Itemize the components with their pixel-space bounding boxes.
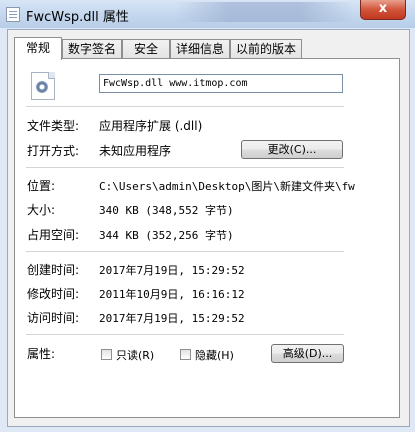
accessed-value: 2017年7月19日, 15:29:52 [99, 312, 245, 325]
readonly-label: 只读(R) [116, 349, 155, 362]
size-value: 340 KB (348,552 字节) [99, 204, 234, 217]
readonly-checkbox[interactable] [101, 349, 112, 360]
file-type-value: 应用程序扩展 (.dll) [99, 119, 203, 133]
title-blur-region [175, 2, 355, 22]
location-value: C:\Users\admin\Desktop\图片\新建文件夹\fw [99, 180, 355, 193]
created-value: 2017年7月19日, 15:29:52 [99, 264, 245, 277]
created-label: 创建时间: [27, 263, 80, 277]
size-on-disk-value: 344 KB (352,256 字节) [99, 229, 234, 242]
change-button[interactable]: 更改(C)... [241, 140, 343, 159]
window-title: FwcWsp.dll 属性 [26, 10, 129, 25]
location-label: 位置: [27, 179, 56, 193]
title-bar[interactable]: FwcWsp.dll 属性 x [0, 0, 415, 28]
tab-strip: 常规 数字签名 安全 详细信息 以前的版本 [14, 37, 404, 60]
modified-value: 2011年10月9日, 16:16:12 [99, 288, 245, 301]
divider [26, 334, 344, 335]
file-type-label: 文件类型: [27, 119, 80, 133]
tab-digital-signature[interactable]: 数字签名 [62, 39, 122, 59]
close-button[interactable]: x [360, 0, 406, 20]
close-icon: x [378, 1, 388, 16]
accessed-label: 访问时间: [27, 311, 80, 325]
tab-general[interactable]: 常规 [14, 37, 62, 60]
file-properties-icon [6, 7, 20, 22]
gear-icon [36, 81, 48, 93]
hidden-checkbox[interactable] [180, 349, 191, 360]
attributes-label: 属性: [27, 347, 56, 361]
tab-security[interactable]: 安全 [122, 39, 170, 59]
file-name-input[interactable]: FwcWsp.dll www.itmop.com [99, 74, 343, 93]
tab-previous-versions[interactable]: 以前的版本 [230, 39, 302, 59]
divider [26, 167, 344, 168]
opens-with-value: 未知应用程序 [99, 144, 172, 158]
divider [26, 106, 344, 107]
size-on-disk-label: 占用空间: [27, 228, 80, 242]
dll-file-icon [31, 72, 55, 100]
advanced-button[interactable]: 高级(D)... [271, 344, 344, 363]
divider [26, 251, 344, 252]
tab-details[interactable]: 详细信息 [170, 39, 230, 59]
hidden-label: 隐藏(H) [195, 349, 234, 362]
opens-with-label: 打开方式: [27, 144, 80, 158]
modified-label: 修改时间: [27, 287, 80, 301]
size-label: 大小: [27, 203, 56, 217]
